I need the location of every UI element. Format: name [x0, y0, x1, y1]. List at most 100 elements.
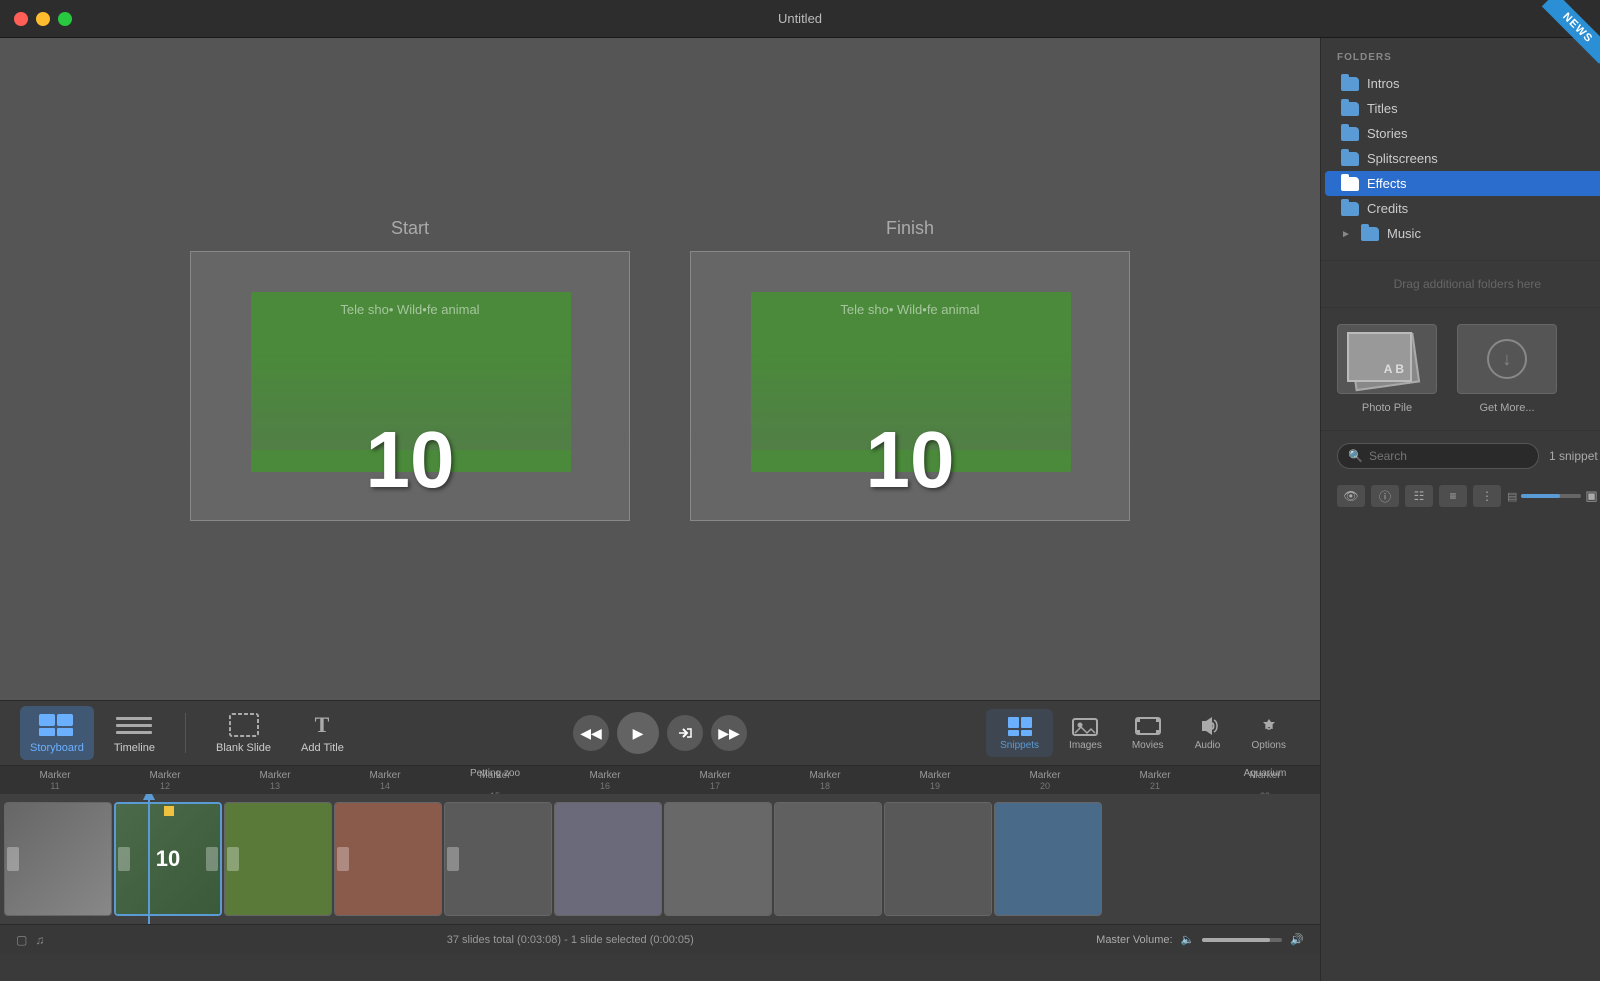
folder-music-arrow: ► — [1341, 229, 1351, 239]
clip-handle-left-5[interactable] — [447, 847, 459, 871]
compact-view-button[interactable]: ⋮ — [1473, 485, 1501, 507]
get-more-thumb: ↓ — [1457, 324, 1557, 394]
folder-credits-icon — [1341, 202, 1359, 216]
folder-credits-label: Credits — [1367, 201, 1408, 216]
marker-13: Marker 13 — [220, 770, 330, 791]
get-more-item[interactable]: ↓ Get More... — [1457, 324, 1557, 414]
images-tab[interactable]: Images — [1055, 709, 1116, 757]
drag-zone: Drag additional folders here — [1321, 260, 1600, 307]
close-button[interactable] — [14, 12, 28, 26]
movies-tab[interactable]: Movies — [1118, 709, 1178, 757]
options-icon — [1255, 715, 1283, 737]
maximize-button[interactable] — [58, 12, 72, 26]
search-icon: 🔍 — [1348, 449, 1363, 463]
svg-text:T: T — [315, 712, 330, 737]
search-input[interactable] — [1369, 449, 1528, 463]
timeline-status-bar: ▢ ♫ 37 slides total (0:03:08) - 1 slide … — [0, 924, 1320, 954]
fast-forward-button[interactable]: ▶▶ — [711, 715, 747, 751]
eye-view-button[interactable]: 👁 — [1337, 485, 1365, 507]
storyboard-button[interactable]: Storyboard — [20, 706, 94, 760]
scene-watermark: Tele sho• Wild•fe animal — [340, 302, 479, 317]
folder-credits[interactable]: Credits — [1325, 196, 1600, 221]
snippet-count: 1 snippet — [1549, 449, 1598, 463]
folder-intros-icon — [1341, 77, 1359, 91]
sidebar: FOLDERS Intros Titles Stories Splitscree… — [1320, 38, 1600, 981]
timeline-bottom-left: ▢ ♫ — [16, 933, 44, 947]
folder-titles[interactable]: Titles — [1325, 96, 1600, 121]
rewind-button[interactable]: ◀◀ — [573, 715, 609, 751]
marker-16: Marker 16 — [550, 770, 660, 791]
folder-effects-icon — [1341, 177, 1359, 191]
clip-4[interactable] — [334, 802, 442, 916]
clip-handle-right-2[interactable] — [206, 847, 218, 871]
add-title-button[interactable]: T Add Title — [291, 706, 354, 760]
scene-number: 10 — [366, 420, 455, 500]
timeline-button[interactable]: Timeline — [104, 706, 165, 760]
size-slider[interactable] — [1521, 494, 1581, 498]
audio-tab[interactable]: Audio — [1180, 709, 1236, 757]
get-more-label: Get More... — [1479, 402, 1534, 414]
blank-slide-label: Blank Slide — [216, 742, 271, 754]
folder-splitscreens-label: Splitscreens — [1367, 151, 1438, 166]
clip-handle-left-4[interactable] — [337, 847, 349, 871]
photo-pile-thumb: C A B — [1337, 324, 1437, 394]
share-button[interactable] — [667, 715, 703, 751]
snippets-icon — [1006, 715, 1034, 737]
clip-7[interactable] — [664, 802, 772, 916]
clip-6[interactable] — [554, 802, 662, 916]
folder-stories[interactable]: Stories — [1325, 121, 1600, 146]
clip-handle-left-2[interactable] — [118, 847, 130, 871]
audio-icon — [1194, 715, 1222, 737]
search-box[interactable]: 🔍 — [1337, 443, 1539, 469]
folder-splitscreens-icon — [1341, 152, 1359, 166]
list-view-button[interactable]: ≡ — [1439, 485, 1467, 507]
clip-9[interactable] — [884, 802, 992, 916]
finish-scene: Tele sho• Wild•fe animal 10 — [691, 252, 1129, 520]
blank-slide-icon — [226, 712, 262, 738]
clip-3[interactable] — [224, 802, 332, 916]
images-icon — [1071, 715, 1099, 737]
marker-12: Marker 12 — [110, 770, 220, 791]
toolbar: Storyboard Timeline — [0, 700, 1320, 766]
clip-8[interactable] — [774, 802, 882, 916]
photo-front: A B — [1347, 332, 1412, 382]
folder-stories-label: Stories — [1367, 126, 1407, 141]
blank-slide-button[interactable]: Blank Slide — [206, 706, 281, 760]
minimize-button[interactable] — [36, 12, 50, 26]
grid-view-button[interactable]: ☷ — [1405, 485, 1433, 507]
finish-frame[interactable]: Tele sho• Wild•fe animal 10 — [690, 251, 1130, 521]
playhead[interactable] — [148, 794, 150, 924]
clip-5[interactable] — [444, 802, 552, 916]
folder-music[interactable]: ► Music — [1325, 221, 1600, 246]
movies-label: Movies — [1132, 740, 1164, 751]
folder-splitscreens[interactable]: Splitscreens — [1325, 146, 1600, 171]
timeline-label: Timeline — [114, 742, 155, 754]
clip-10[interactable] — [994, 802, 1102, 916]
start-frame[interactable]: Tele sho• Wild•fe animal 10 — [190, 251, 630, 521]
volume-fill — [1202, 938, 1270, 942]
volume-slider[interactable] — [1202, 938, 1282, 942]
finish-panel: Finish Tele sho• Wild•fe animal 10 — [690, 218, 1130, 521]
storyboard-label: Storyboard — [30, 742, 84, 754]
marker-14: Marker 14 — [330, 770, 440, 791]
clip-2-selected[interactable]: 10 — [114, 802, 222, 916]
timeline-icon — [116, 712, 152, 738]
photo-pile-item[interactable]: C A B Photo Pile — [1337, 324, 1437, 414]
search-section: 🔍 1 snippet — [1321, 430, 1600, 481]
volume-high-icon: 🔊 — [1290, 933, 1304, 946]
clip-handle-left-1[interactable] — [7, 847, 19, 871]
window-title: Untitled — [778, 11, 822, 26]
clip-1[interactable] — [4, 802, 112, 916]
options-tab[interactable]: Options — [1238, 709, 1300, 757]
play-button[interactable]: ▶ — [617, 712, 659, 754]
timeline-track[interactable]: 10 — [0, 794, 1320, 924]
window-buttons — [14, 12, 72, 26]
timeline[interactable]: Marker 11 Marker 12 Marker 13 Marker 14 … — [0, 766, 1320, 981]
clip-handle-left-3[interactable] — [227, 847, 239, 871]
marker-19: Marker 19 — [880, 770, 990, 791]
marker-21: Marker 21 — [1100, 770, 1210, 791]
info-button[interactable]: ⓘ — [1371, 485, 1399, 507]
snippets-tab[interactable]: Snippets — [986, 709, 1053, 757]
folder-intros-label: Intros — [1367, 76, 1400, 91]
folder-effects[interactable]: Effects — [1325, 171, 1600, 196]
